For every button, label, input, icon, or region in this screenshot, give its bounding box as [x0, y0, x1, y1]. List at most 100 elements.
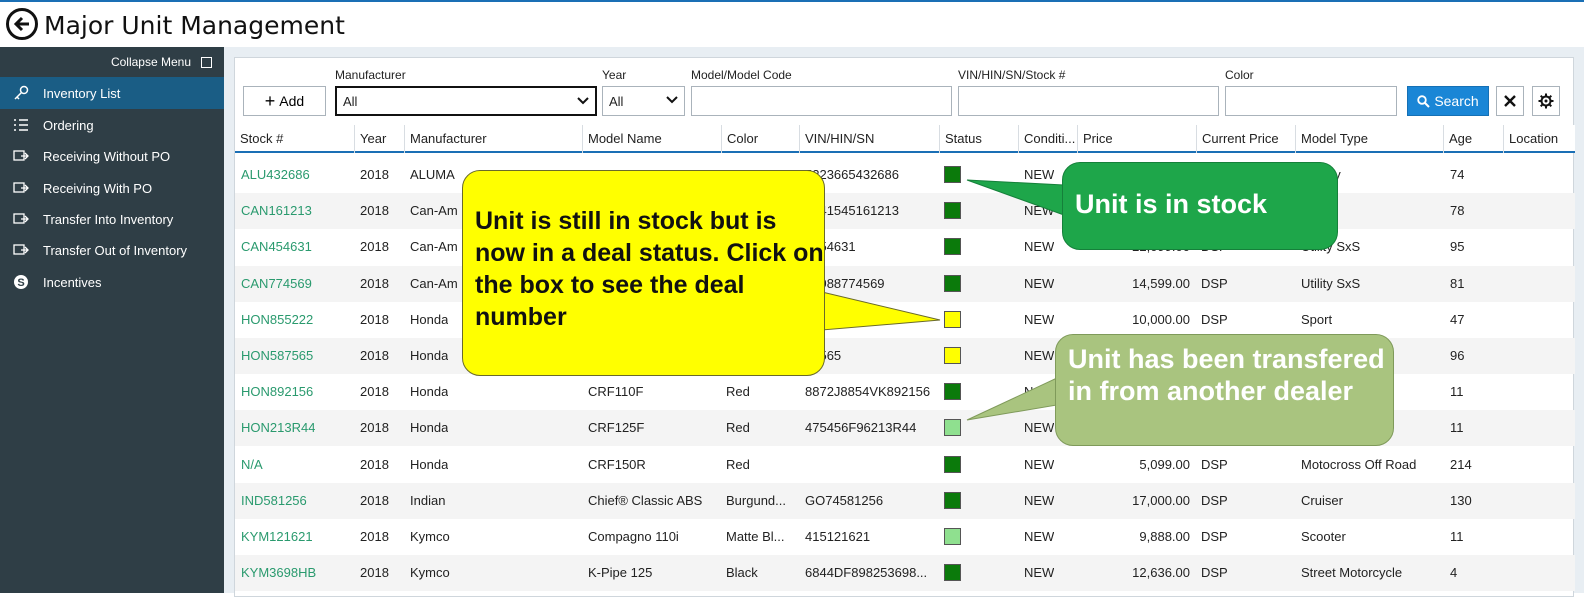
header-current-price[interactable]: Current Price — [1196, 125, 1295, 153]
year-value: All — [609, 93, 624, 109]
cell-age: 47 — [1450, 311, 1465, 327]
sidebar-item-transfer-into-inventory[interactable]: Transfer Into Inventory — [0, 203, 224, 235]
sidebar-item-ordering[interactable]: Ordering — [0, 109, 224, 141]
status-indicator[interactable] — [944, 455, 961, 473]
cell-condition: NEW — [1024, 420, 1055, 436]
header-location[interactable]: Location — [1503, 125, 1575, 153]
table-row[interactable]: N/A 2018 Honda CRF150R Red NEW 5,099.00 DSP Moto… — [235, 447, 1575, 483]
cell-model-type: Cruiser — [1301, 492, 1343, 508]
cell-model-name: CRF125F — [588, 420, 645, 436]
header-stock[interactable]: Stock # — [235, 125, 354, 153]
cell-manufacturer: Can-Am — [410, 203, 458, 219]
search-button[interactable]: Search — [1407, 86, 1489, 116]
header-vin[interactable]: VIN/HIN/SN — [799, 125, 939, 153]
cell-condition: NEW — [1024, 311, 1055, 327]
header-year[interactable]: Year — [354, 125, 404, 153]
cell-stock[interactable]: CAN454631 — [241, 229, 312, 265]
status-indicator[interactable] — [944, 310, 961, 328]
cell-year: 2018 — [360, 311, 389, 327]
status-indicator[interactable] — [944, 166, 961, 183]
key-icon — [12, 84, 30, 102]
cell-stock[interactable]: HON855222 — [241, 302, 313, 338]
cell-age: 11 — [1450, 420, 1464, 436]
status-indicator[interactable] — [944, 274, 961, 292]
page-title: Major Unit Management — [44, 11, 345, 40]
cell-age: 130 — [1450, 492, 1472, 508]
cell-model-name: K-Pipe 125 — [588, 565, 653, 581]
cell-manufacturer: Indian — [410, 492, 446, 508]
sidebar: Collapse Menu Inventory List Ordering Re… — [0, 47, 224, 593]
table-row[interactable]: CAN4546312018Can-Am3454631NEW22,099.00DS… — [235, 229, 1575, 265]
cell-year: 2018 — [360, 167, 389, 182]
header-color[interactable]: Color — [721, 125, 799, 153]
status-indicator[interactable] — [944, 528, 961, 545]
cell-manufacturer: Kymco — [410, 565, 450, 581]
cell-condition: NEW — [1024, 456, 1055, 472]
cell-stock[interactable]: HON892156 — [241, 374, 313, 410]
status-indicator[interactable] — [944, 347, 961, 364]
cell-vin — [805, 447, 937, 483]
model-input[interactable] — [691, 86, 952, 116]
status-indicator[interactable] — [944, 419, 961, 437]
sidebar-item-receiving-without-po[interactable]: Receiving Without PO — [0, 140, 224, 172]
clear-button[interactable] — [1496, 86, 1524, 116]
status-indicator[interactable] — [944, 238, 961, 256]
table-row[interactable]: IND581256 2018 Indian Chief® Classic ABS Bur… — [235, 482, 1575, 519]
table-row[interactable]: CAN1612132018Can-Am5541545161213NEWSxS78 — [235, 193, 1575, 230]
sidebar-item-inventory-list[interactable]: Inventory List — [0, 77, 224, 109]
model-label: Model/Model Code — [691, 68, 792, 82]
header-condition[interactable]: Conditi... — [1018, 125, 1077, 153]
header-status[interactable]: Status — [939, 125, 1018, 153]
collapse-menu-button[interactable]: Collapse Menu — [111, 55, 212, 69]
cell-model-type: Sport — [1301, 311, 1333, 327]
year-select[interactable]: All — [602, 86, 685, 116]
sidebar-item-receiving-with-po[interactable]: Receiving With PO — [0, 172, 224, 204]
cell-price: 14,599.00 — [1132, 275, 1190, 291]
cell-manufacturer: Can-Am — [410, 239, 458, 255]
header-price[interactable]: Price — [1077, 125, 1196, 153]
cell-manufacturer: Kymco — [410, 529, 450, 544]
sidebar-item-transfer-out-of-inventory[interactable]: Transfer Out of Inventory — [0, 234, 224, 266]
transfer-in-icon — [12, 210, 30, 228]
add-button[interactable]: + Add — [243, 86, 326, 116]
cell-price: 10,000.00 — [1132, 311, 1190, 327]
cell-stock[interactable]: HON587565 — [241, 338, 313, 374]
back-button[interactable] — [6, 8, 38, 40]
cell-manufacturer: Honda — [410, 456, 449, 472]
table-row[interactable]: KYM3698HB 2018 Kymco K-Pipe 125 Black 6844DF8… — [235, 555, 1575, 592]
cell-age: 4 — [1450, 565, 1458, 581]
manufacturer-select[interactable]: All — [335, 86, 597, 116]
status-indicator[interactable] — [944, 202, 961, 220]
header-model-type[interactable]: Model Type — [1295, 125, 1443, 153]
receive-po-icon — [12, 179, 30, 197]
cell-age: 81 — [1450, 275, 1465, 291]
settings-button[interactable] — [1532, 86, 1560, 116]
table-row[interactable]: KYM121621 2018 Kymco Compagno 110i Matte Bl.… — [235, 519, 1575, 555]
cell-year: 2018 — [360, 348, 389, 363]
header-model-name[interactable]: Model Name — [582, 125, 721, 153]
cell-stock[interactable]: ALU432686 — [241, 157, 310, 193]
header-age[interactable]: Age — [1443, 125, 1503, 153]
cell-stock[interactable]: CAN774569 — [241, 266, 312, 302]
table-row[interactable]: HON855222 2018 Honda 555222 NEW 10,000.00 DSP S… — [235, 302, 1575, 338]
table-row[interactable]: CAN774569 2018 Can-Am 56988774569 NEW 14,599.… — [235, 265, 1575, 302]
cell-age: 96 — [1450, 348, 1465, 363]
sidebar-item-incentives[interactable]: S Incentives — [0, 266, 224, 298]
status-indicator[interactable] — [944, 491, 961, 509]
cell-year: 2018 — [360, 456, 389, 472]
table-row[interactable]: ALU4326862018ALUMA5223665432686NEW- Util… — [235, 157, 1575, 193]
cell-stock[interactable]: CAN161213 — [241, 193, 312, 229]
status-indicator[interactable] — [944, 564, 961, 582]
sidebar-item-label: Transfer Out of Inventory — [43, 242, 188, 258]
cell-stock[interactable]: KYM121621 — [241, 519, 313, 555]
cell-condition: NEW — [1024, 565, 1055, 581]
vin-input[interactable] — [958, 86, 1219, 116]
color-input[interactable] — [1225, 86, 1397, 116]
cell-year: 2018 — [360, 384, 389, 400]
header-manufacturer[interactable]: Manufacturer — [404, 125, 582, 153]
cell-stock[interactable]: HON213R44 — [241, 410, 315, 446]
cell-stock[interactable]: IND581256 — [241, 483, 307, 519]
cell-stock[interactable]: KYM3698HB — [241, 555, 316, 591]
cell-stock[interactable]: N/A — [241, 447, 263, 483]
status-indicator[interactable] — [944, 383, 961, 401]
